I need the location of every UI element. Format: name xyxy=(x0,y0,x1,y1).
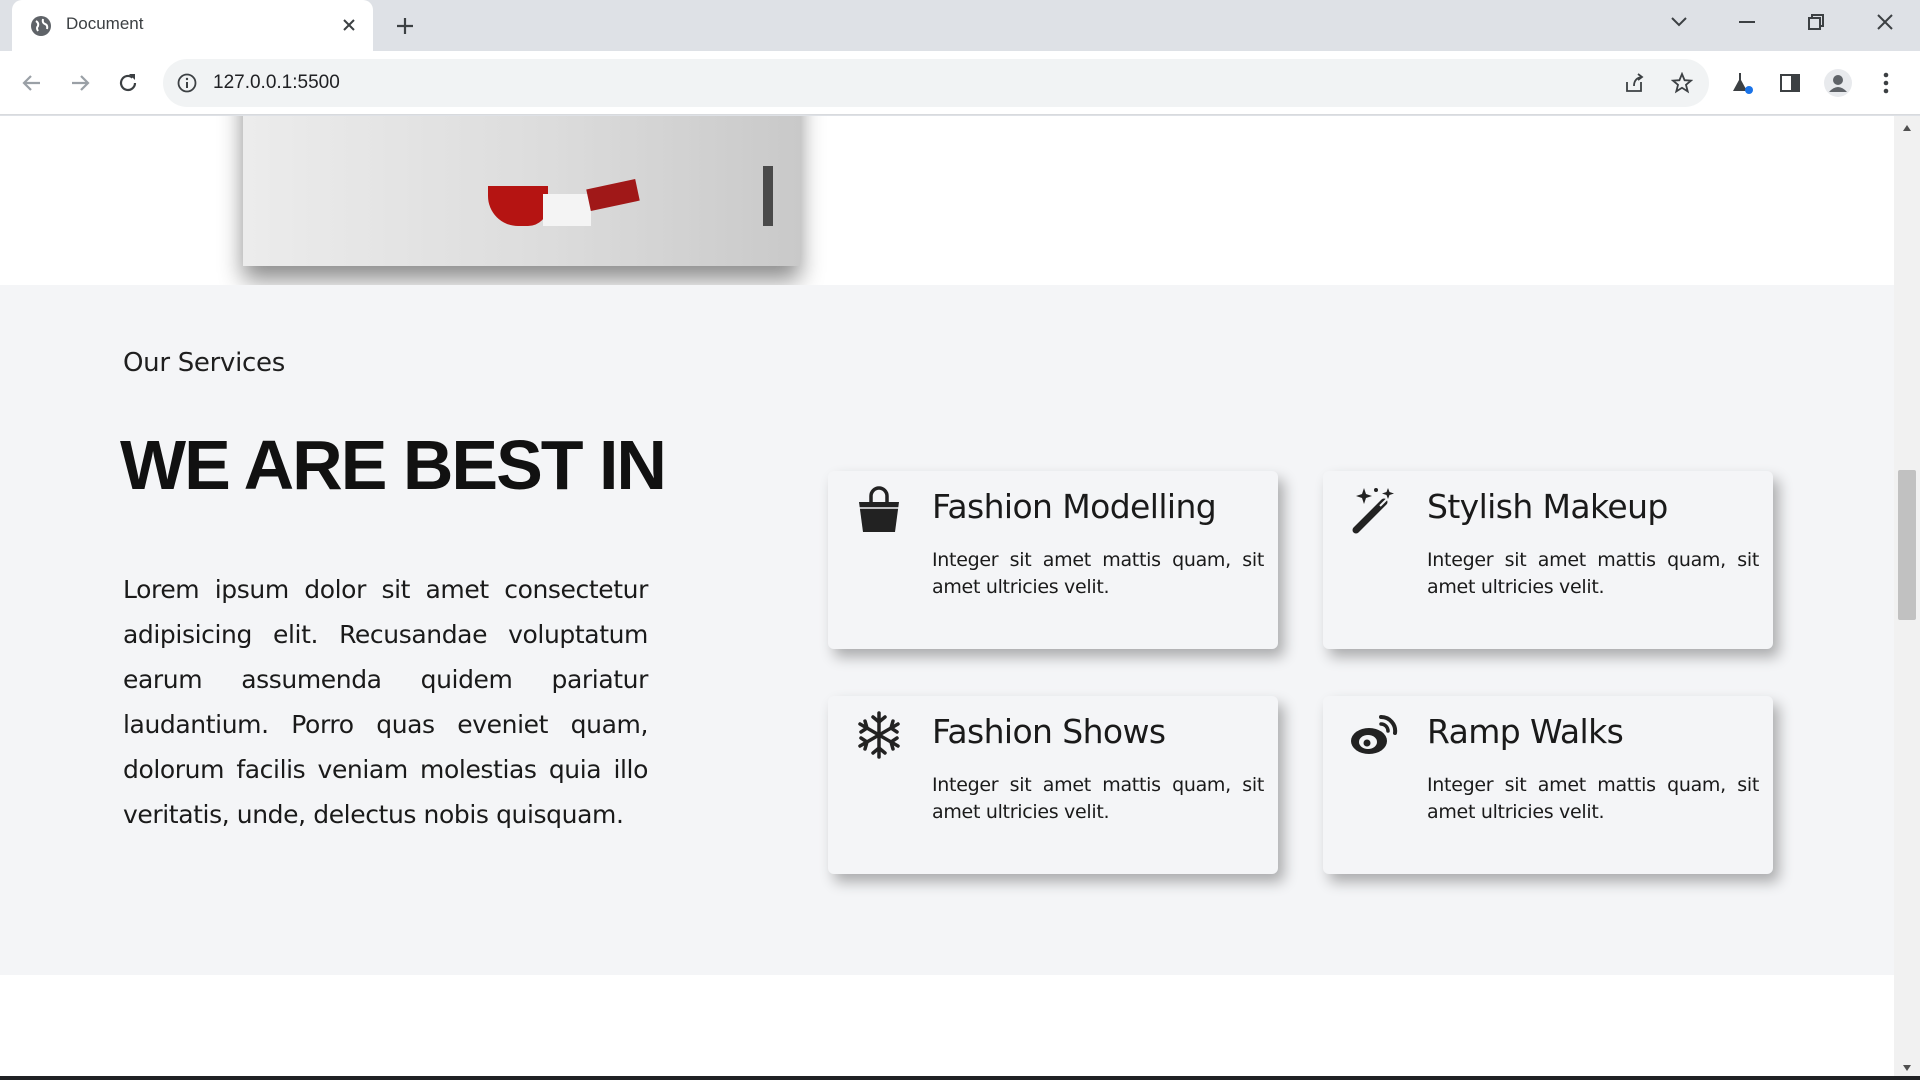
url-text: 127.0.0.1:5500 xyxy=(213,72,340,93)
restore-icon[interactable] xyxy=(1798,8,1834,36)
magic-wand-icon xyxy=(1349,485,1399,535)
service-card-fashion-modelling: Fashion Modelling Integer sit amet matti… xyxy=(828,471,1278,649)
shopping-bag-icon xyxy=(854,485,904,535)
card-text: Integer sit amet mattis quam, sit amet u… xyxy=(1427,549,1759,598)
window-bottom-edge xyxy=(0,1076,1920,1080)
browser-tab[interactable]: Document xyxy=(12,0,373,51)
section-description: Lorem ipsum dolor sit amet consectetur a… xyxy=(123,575,648,829)
scroll-up-arrow-icon[interactable] xyxy=(1894,116,1920,140)
tab-search-icon[interactable] xyxy=(1661,8,1697,36)
card-text: Integer sit amet mattis quam, sit amet u… xyxy=(932,774,1264,823)
snowflake-icon xyxy=(854,710,904,760)
scrollbar-thumb[interactable] xyxy=(1898,470,1916,620)
weibo-icon xyxy=(1349,710,1399,760)
service-card-fashion-shows: Fashion Shows Integer sit amet mattis qu… xyxy=(828,696,1278,874)
bookmark-star-icon[interactable] xyxy=(1670,71,1694,95)
card-text: Integer sit amet mattis quam, sit amet u… xyxy=(1427,774,1759,823)
page-viewport: Our Services WE ARE BEST IN Lorem ipsum … xyxy=(0,116,1920,1080)
extension-flask-icon[interactable] xyxy=(1726,67,1758,99)
minimize-icon[interactable] xyxy=(1729,8,1765,36)
new-tab-icon[interactable] xyxy=(391,12,419,40)
globe-icon xyxy=(30,15,52,37)
menu-kebab-icon[interactable] xyxy=(1870,67,1902,99)
card-title: Ramp Walks xyxy=(1427,712,1624,751)
back-icon[interactable] xyxy=(16,67,48,99)
section-subtitle: Our Services xyxy=(123,348,285,378)
card-title: Fashion Shows xyxy=(932,712,1166,751)
close-tab-icon[interactable] xyxy=(338,14,360,36)
tab-strip: Document xyxy=(0,0,1920,51)
site-info-icon[interactable] xyxy=(177,73,197,93)
card-title: Stylish Makeup xyxy=(1427,487,1668,526)
side-panel-icon[interactable] xyxy=(1774,67,1806,99)
profile-avatar-icon[interactable] xyxy=(1822,67,1854,99)
vertical-scrollbar[interactable] xyxy=(1894,116,1920,1080)
model-photo xyxy=(243,116,800,266)
section-title: WE ARE BEST IN xyxy=(120,426,667,504)
services-section: Our Services WE ARE BEST IN Lorem ipsum … xyxy=(0,285,1894,975)
tab-title: Document xyxy=(66,14,144,33)
reload-icon[interactable] xyxy=(112,67,144,99)
service-card-ramp-walks: Ramp Walks Integer sit amet mattis quam,… xyxy=(1323,696,1773,874)
web-page: Our Services WE ARE BEST IN Lorem ipsum … xyxy=(0,116,1894,1080)
card-title: Fashion Modelling xyxy=(932,487,1217,526)
close-window-icon[interactable] xyxy=(1867,8,1903,36)
browser-toolbar: 127.0.0.1:5500 xyxy=(0,51,1920,115)
service-card-stylish-makeup: Stylish Makeup Integer sit amet mattis q… xyxy=(1323,471,1773,649)
share-icon[interactable] xyxy=(1622,71,1646,95)
card-text: Integer sit amet mattis quam, sit amet u… xyxy=(932,549,1264,598)
forward-icon[interactable] xyxy=(64,67,96,99)
address-bar[interactable]: 127.0.0.1:5500 xyxy=(163,59,1709,107)
